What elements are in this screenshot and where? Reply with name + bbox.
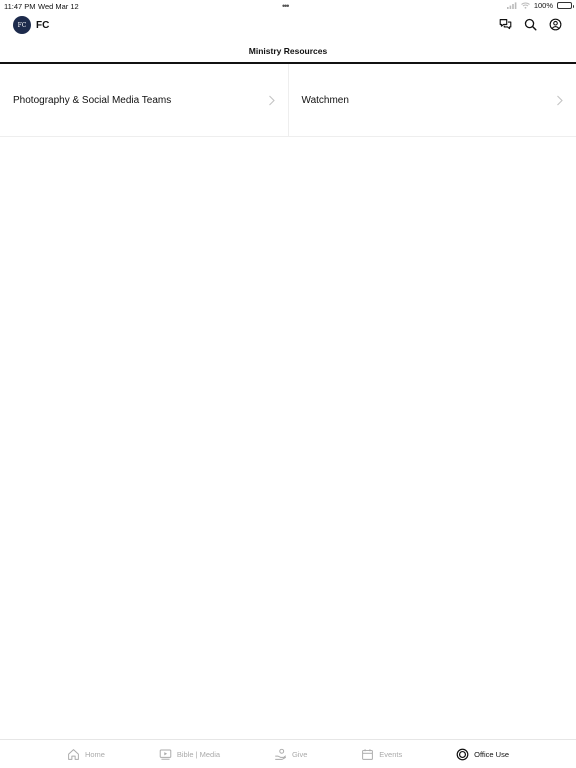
app-logo[interactable]: FC bbox=[13, 16, 31, 34]
status-date: Wed Mar 12 bbox=[38, 2, 79, 11]
chevron-right-icon bbox=[557, 95, 563, 106]
target-icon bbox=[456, 748, 469, 760]
chat-icon[interactable] bbox=[499, 18, 512, 31]
status-bar: 11:47 PM Wed Mar 12 ••• 100% bbox=[0, 0, 576, 12]
app-header: FC FC bbox=[0, 12, 576, 40]
resources-grid: Photography & Social Media Teams Watchme… bbox=[0, 64, 576, 137]
tab-label: Office Use bbox=[474, 749, 509, 759]
resource-card-watchmen[interactable]: Watchmen bbox=[287, 64, 576, 137]
app-name: FC bbox=[36, 20, 50, 31]
tab-give[interactable]: Give bbox=[274, 748, 307, 761]
tab-label: Give bbox=[291, 749, 308, 759]
tab-bar: Home Bible | Media Give Events Office Us… bbox=[0, 739, 576, 768]
battery-percent: 100% bbox=[533, 1, 553, 10]
tab-events[interactable]: Events bbox=[361, 748, 402, 761]
tab-bible-media[interactable]: Bible | Media bbox=[159, 748, 220, 761]
signal-icon bbox=[506, 2, 517, 9]
wifi-icon bbox=[520, 2, 530, 9]
header-actions bbox=[499, 18, 562, 31]
resource-card-label: Photography & Social Media Teams bbox=[13, 95, 172, 106]
tab-office-use[interactable]: Office Use bbox=[456, 748, 509, 761]
status-time: 11:47 PM bbox=[4, 2, 36, 11]
chevron-right-icon bbox=[268, 95, 275, 106]
tab-label: Bible | Media bbox=[176, 749, 221, 759]
account-icon[interactable] bbox=[549, 18, 562, 31]
play-icon bbox=[159, 749, 172, 760]
give-icon bbox=[275, 748, 287, 760]
resource-card-photography[interactable]: Photography & Social Media Teams bbox=[0, 64, 288, 137]
calendar-icon bbox=[362, 748, 374, 760]
battery-icon bbox=[557, 2, 574, 9]
tab-label: Events bbox=[379, 749, 403, 759]
resource-card-label: Watchmen bbox=[301, 95, 349, 106]
page-title: Ministry Resources bbox=[248, 46, 328, 56]
multitasking-dots-icon[interactable]: ••• bbox=[282, 1, 290, 11]
tab-label: Home bbox=[84, 749, 105, 759]
status-right: 100% bbox=[506, 1, 574, 10]
home-icon bbox=[68, 748, 79, 760]
search-icon[interactable] bbox=[524, 18, 537, 31]
tab-home[interactable]: Home bbox=[67, 748, 105, 761]
